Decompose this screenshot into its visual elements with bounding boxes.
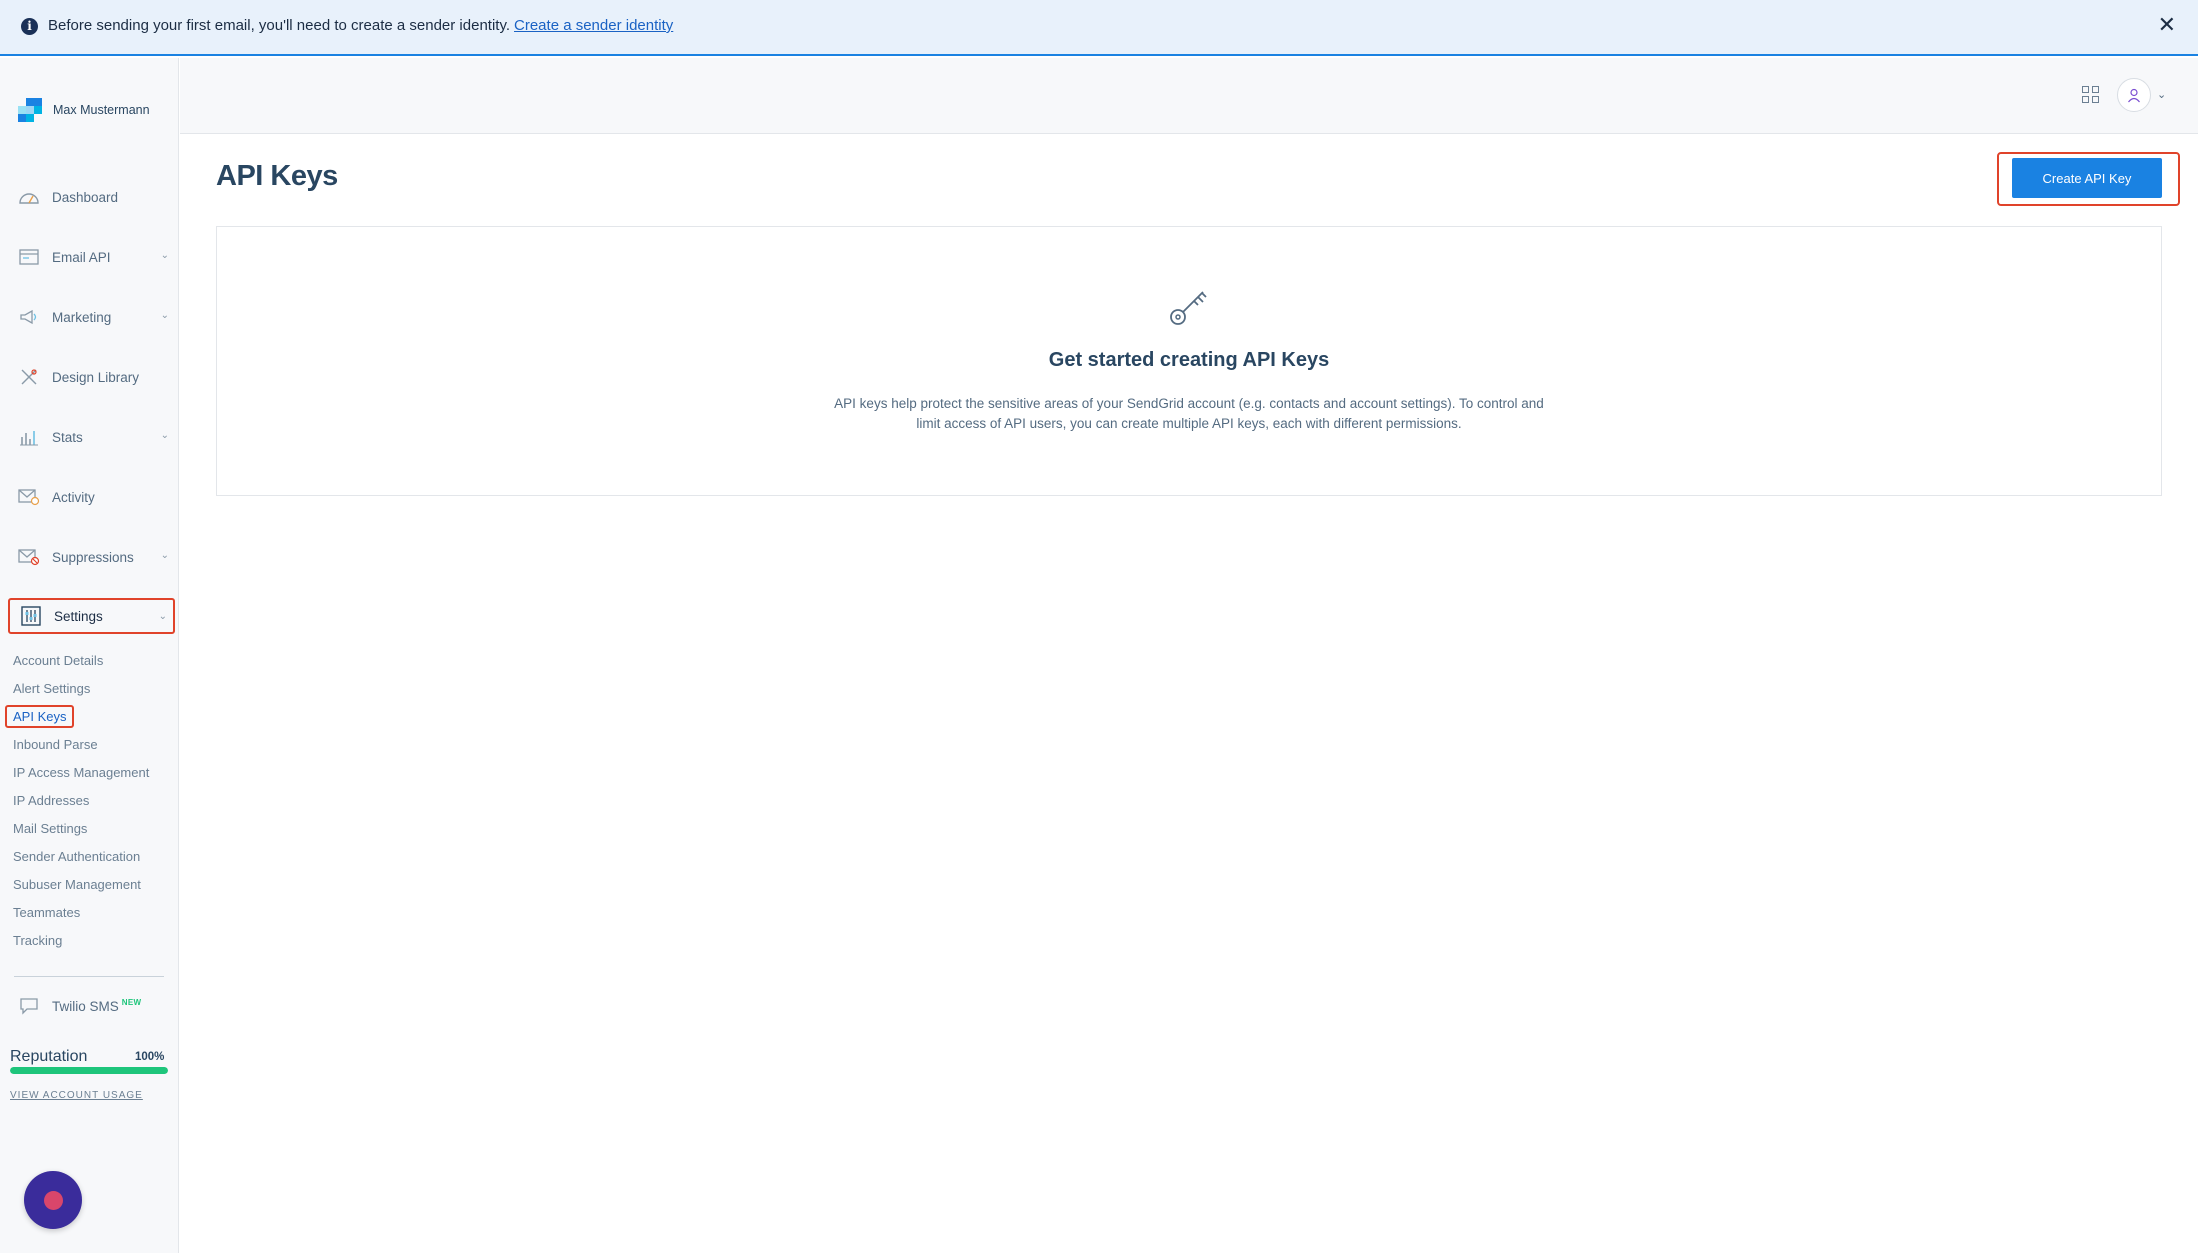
nav-label: Activity <box>52 489 95 505</box>
submenu-ip-access-management[interactable]: IP Access Management <box>13 759 149 787</box>
gauge-icon <box>18 187 40 207</box>
envelope-window-icon <box>18 247 40 267</box>
chevron-down-icon: ⌄ <box>160 430 169 441</box>
account-brand[interactable]: Max Mustermann <box>18 98 150 122</box>
submenu-subuser-management[interactable]: Subuser Management <box>13 871 149 899</box>
page-title: API Keys <box>216 160 338 192</box>
key-icon <box>1170 291 1207 325</box>
submenu-tracking[interactable]: Tracking <box>13 927 149 955</box>
top-bar <box>180 58 2198 134</box>
nav-marketing[interactable]: Marketing ⌄ <box>8 299 175 335</box>
banner-message: Before sending your first email, you'll … <box>48 17 673 34</box>
chevron-down-icon: ⌄ <box>160 550 169 561</box>
info-banner: i Before sending your first email, you'l… <box>0 0 2198 56</box>
nav-email-api[interactable]: Email API ⌄ <box>8 239 175 275</box>
nav-suppressions[interactable]: Suppressions ⌄ <box>8 539 175 575</box>
nav-label: Dashboard <box>52 189 119 205</box>
banner-text: Before sending your first email, you'll … <box>48 17 511 34</box>
chevron-down-icon: ⌄ <box>158 611 167 622</box>
chevron-down-icon: ⌄ <box>160 250 169 261</box>
view-account-usage-link[interactable]: VIEW ACCOUNT USAGE <box>10 1090 143 1101</box>
nav-label: Suppressions <box>52 549 134 565</box>
mail-activity-icon <box>18 487 40 507</box>
chevron-down-icon[interactable]: ⌄ <box>2157 88 2166 101</box>
submenu-mail-settings[interactable]: Mail Settings <box>13 815 149 843</box>
submenu-sender-authentication[interactable]: Sender Authentication <box>13 843 149 871</box>
sliders-icon <box>20 606 42 626</box>
sidebar-divider <box>14 976 164 977</box>
new-badge: NEW <box>121 997 142 1007</box>
account-name: Max Mustermann <box>53 103 150 117</box>
nav-label: Marketing <box>52 309 112 325</box>
nav-activity[interactable]: Activity <box>8 479 175 515</box>
reputation-bar <box>10 1067 168 1074</box>
reputation-label: Reputation <box>10 1048 88 1065</box>
chat-launcher-button[interactable] <box>24 1171 82 1229</box>
submenu-api-keys[interactable]: API Keys <box>5 703 149 731</box>
info-icon: i <box>21 18 38 35</box>
empty-state-description: API keys help protect the sensitive area… <box>834 396 1544 431</box>
nav-settings[interactable]: Settings ⌄ <box>8 598 175 634</box>
bar-chart-icon <box>18 427 40 447</box>
mail-blocked-icon <box>18 547 40 567</box>
submenu-ip-addresses[interactable]: IP Addresses <box>13 787 149 815</box>
reputation-percent: 100% <box>135 1051 165 1063</box>
submenu-label: API Keys <box>5 705 75 728</box>
submenu-account-details[interactable]: Account Details <box>13 647 149 675</box>
submenu-teammates[interactable]: Teammates <box>13 899 149 927</box>
chevron-down-icon: ⌄ <box>160 310 169 321</box>
nav-label: Twilio SMS <box>52 998 119 1014</box>
nav-stats[interactable]: Stats ⌄ <box>8 419 175 455</box>
chat-bubble-icon <box>18 996 40 1016</box>
empty-state-title: Get started creating API Keys <box>1048 349 1330 371</box>
submenu-inbound-parse[interactable]: Inbound Parse <box>13 731 149 759</box>
user-avatar[interactable] <box>2117 78 2151 112</box>
nav-label: Settings <box>54 608 103 624</box>
submenu-alert-settings[interactable]: Alert Settings <box>13 675 149 703</box>
create-api-key-button[interactable]: Create API Key <box>2012 158 2162 198</box>
create-sender-identity-link[interactable]: Create a sender identity <box>514 17 673 34</box>
close-icon[interactable]: ✕ <box>2158 14 2176 36</box>
user-icon <box>2128 88 2140 103</box>
nav-dashboard[interactable]: Dashboard <box>8 179 175 215</box>
app-grid-icon[interactable] <box>2082 86 2100 104</box>
settings-submenu: Account Details Alert Settings API Keys … <box>5 647 149 955</box>
nav-label: Stats <box>52 429 83 445</box>
reputation-bar-fill <box>10 1067 168 1074</box>
chat-dot-icon <box>43 1190 63 1210</box>
megaphone-icon <box>18 307 40 327</box>
nav-label: Email API <box>52 249 111 265</box>
nav-twilio-sms[interactable]: Twilio SMS NEW <box>8 990 175 1022</box>
sendgrid-logo-icon <box>18 98 42 122</box>
